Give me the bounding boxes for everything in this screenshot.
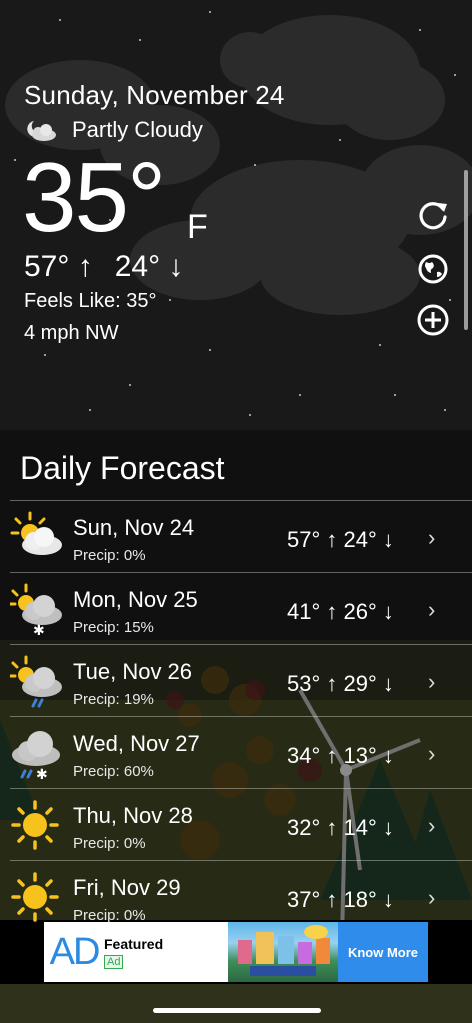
wind-speed: 4 mph NW: [24, 322, 119, 344]
forecast-title: Daily Forecast: [20, 450, 225, 486]
add-location-icon[interactable]: [416, 303, 450, 337]
chevron-right-icon[interactable]: ›: [428, 597, 435, 623]
ad-banner[interactable]: AD Featured Ad Know More: [44, 922, 428, 982]
forecast-precip: Precip: 60%: [73, 763, 154, 780]
chevron-right-icon[interactable]: ›: [428, 741, 435, 767]
feels-like: Feels Like: 35°: [24, 290, 157, 312]
temperature-unit: F: [187, 208, 208, 246]
cloud-rain-snow-icon: ✱: [12, 731, 60, 781]
chevron-right-icon[interactable]: ›: [428, 669, 435, 695]
forecast-row[interactable]: Sun, Nov 24 Precip: 0% 57° ↑ 24° ↓ ›: [10, 500, 472, 572]
scroll-indicator[interactable]: [464, 170, 468, 330]
date-label: Sunday, November 24: [24, 80, 285, 110]
forecast-high-low: 57° ↑ 24° ↓: [287, 527, 394, 552]
chevron-right-icon[interactable]: ›: [428, 885, 435, 911]
svg-text:✱: ✱: [33, 623, 45, 637]
forecast-precip: Precip: 15%: [73, 619, 154, 636]
home-indicator[interactable]: [153, 1008, 321, 1013]
ad-featured-label: Featured: [104, 936, 164, 952]
ad-logo: AD: [49, 930, 101, 973]
location-globe-icon[interactable]: [416, 252, 450, 286]
today-high: 57° ↑: [24, 250, 93, 283]
forecast-high-low: 34° ↑ 13° ↓: [287, 743, 394, 768]
chevron-right-icon[interactable]: ›: [428, 813, 435, 839]
forecast-high-low: 53° ↑ 29° ↓: [287, 671, 394, 696]
moon-cloud-icon: [27, 121, 56, 141]
today-high-low: 57° ↑ 24° ↓: [24, 250, 183, 284]
partly-cloudy-rain-icon: [10, 655, 62, 708]
condition-row: Partly Cloudy: [24, 117, 203, 143]
current-temperature: 35°: [22, 142, 166, 252]
ad-image[interactable]: [228, 922, 338, 982]
refresh-icon[interactable]: [416, 198, 450, 232]
forecast-row[interactable]: Thu, Nov 28 Precip: 0% 32° ↑ 14° ↓ ›: [10, 788, 472, 860]
partly-cloudy-snow-icon: ✱: [10, 583, 62, 637]
forecast-high-low: 37° ↑ 18° ↓: [287, 887, 394, 912]
forecast-high-low: 32° ↑ 14° ↓: [287, 815, 394, 840]
forecast-day: Wed, Nov 27: [73, 731, 200, 756]
current-date: Sunday, November 24: [24, 80, 285, 111]
forecast-precip: Precip: 19%: [73, 691, 154, 708]
forecast-day: Sun, Nov 24: [73, 515, 195, 540]
ad-badge: Ad: [104, 955, 124, 969]
partly-cloudy-icon: [10, 511, 62, 555]
forecast-row[interactable]: ✱ Mon, Nov 25 Precip: 15% 41° ↑ 26° ↓ ›: [10, 572, 472, 644]
forecast-row[interactable]: ✱ Wed, Nov 27 Precip: 60% 34° ↑ 13° ↓ ›: [10, 716, 472, 788]
ad-text: Featured Ad: [104, 922, 228, 982]
forecast-list: Sun, Nov 24 Precip: 0% 57° ↑ 24° ↓ › ✱ M…: [0, 500, 472, 932]
forecast-day: Fri, Nov 29: [73, 875, 181, 900]
forecast-precip: Precip: 0%: [73, 835, 146, 852]
forecast-day: Mon, Nov 25: [73, 587, 198, 612]
today-low: 24° ↓: [114, 250, 184, 283]
chevron-right-icon[interactable]: ›: [428, 525, 435, 551]
forecast-day: Tue, Nov 26: [73, 659, 193, 684]
svg-text:✱: ✱: [36, 767, 48, 781]
forecast-row[interactable]: Tue, Nov 26 Precip: 19% 53° ↑ 29° ↓ ›: [10, 644, 472, 716]
sunny-icon: [11, 800, 59, 850]
condition-label: Partly Cloudy: [72, 117, 203, 142]
sunny-icon: [11, 872, 59, 922]
know-more-button[interactable]: Know More: [338, 922, 428, 982]
forecast-high-low: 41° ↑ 26° ↓: [287, 599, 394, 624]
forecast-precip: Precip: 0%: [73, 547, 146, 564]
forecast-day: Thu, Nov 28: [73, 803, 193, 828]
